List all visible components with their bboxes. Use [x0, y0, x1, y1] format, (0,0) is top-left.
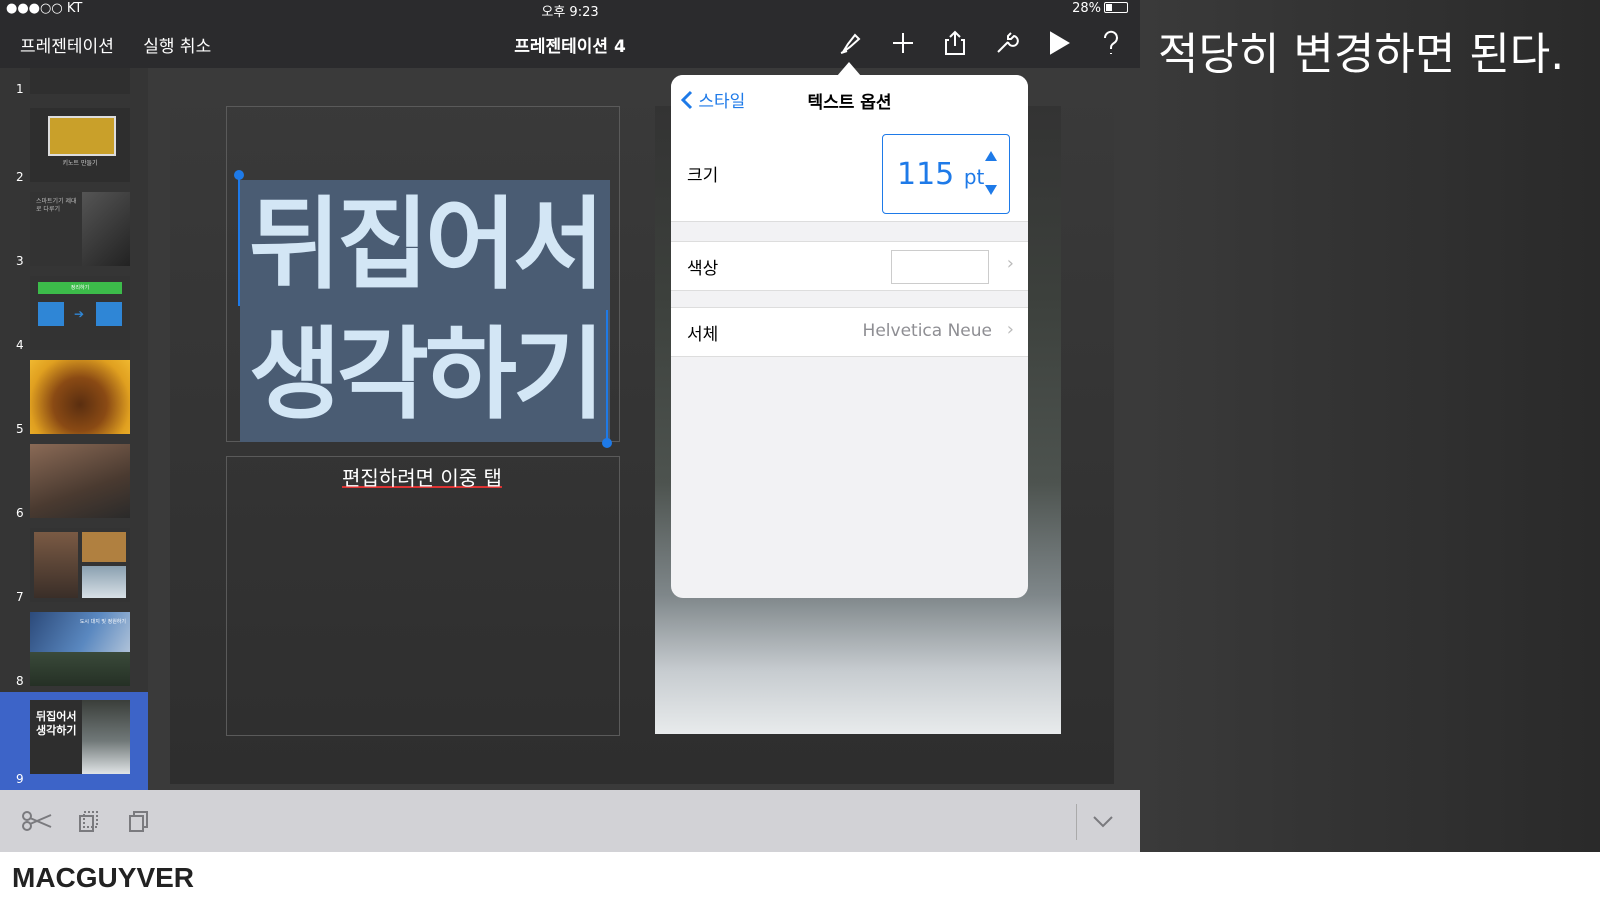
slide-thumb-9[interactable]: 뒤집어서 생각하기 9 [0, 692, 148, 790]
color-row[interactable]: 색상 › [671, 241, 1028, 291]
status-battery: 28% [1072, 1, 1128, 16]
font-row[interactable]: 서체 Helvetica Neue › [671, 307, 1028, 357]
font-label: 서체 [687, 325, 719, 345]
help-icon[interactable] [1096, 28, 1126, 58]
ipad-screen: ●●●○○ KT 오후 9:23 28% 프레젠테이션 실행 취소 프레젠테이션… [0, 0, 1140, 852]
battery-icon [1104, 2, 1128, 13]
size-value[interactable]: 115 pt [897, 157, 984, 192]
slide-thumb-2[interactable]: 키노트 만들기 2 [0, 104, 148, 188]
sunflower-closeup-image [30, 360, 130, 434]
watch-hand-image [30, 444, 130, 518]
popover-header: 스타일 텍스트 옵션 [671, 75, 1028, 126]
slide-navigator: 1 키노트 만들기 2 스마트기기 제대로 다루기 3 정리하기 ➔ 4 5 6… [0, 68, 148, 790]
selection-start-line [238, 176, 240, 306]
size-row: 크기 115 pt [671, 125, 1028, 222]
slide-title-line-2: 생각하기 [249, 316, 605, 433]
status-bar: ●●●○○ KT 오후 9:23 28% [0, 0, 1140, 20]
popover-arrow [837, 62, 861, 76]
slide-thumb-4[interactable]: 정리하기 ➔ 4 [0, 272, 148, 356]
increment-icon[interactable] [985, 151, 997, 161]
battery-percent: 28% [1072, 1, 1101, 16]
slide-title-line-1: 뒤집어서 [249, 186, 605, 303]
undo-button[interactable]: 실행 취소 [143, 37, 211, 57]
size-label: 크기 [687, 166, 719, 186]
chevron-right-icon: › [1006, 319, 1014, 340]
chevron-right-icon: › [1006, 253, 1014, 274]
slide-thumb-1[interactable]: 1 [0, 68, 148, 100]
selection-end-line [606, 310, 608, 442]
slide-thumb-7[interactable]: 7 [0, 524, 148, 608]
subtitle-placeholder[interactable] [226, 456, 620, 736]
text-options-popover: 스타일 텍스트 옵션 크기 115 pt 색상 › 서체 Helvetica N… [671, 75, 1028, 598]
size-stepper[interactable]: 115 pt [882, 134, 1010, 214]
decrement-icon[interactable] [985, 185, 997, 195]
edit-bar [0, 790, 1140, 852]
sunflower-image [48, 116, 116, 156]
paste-icon[interactable] [122, 806, 156, 836]
brand-logo: MACGUYVER [12, 862, 195, 893]
slide-title[interactable]: 뒤집어서 생각하기 [240, 180, 610, 440]
pen-image [82, 192, 130, 266]
play-icon[interactable] [1044, 28, 1074, 58]
font-value: Helvetica Neue [862, 321, 992, 341]
slide-thumb-6[interactable]: 6 [0, 440, 148, 524]
copy-icon[interactable] [72, 806, 106, 836]
wrench-icon[interactable] [992, 28, 1022, 58]
color-swatch[interactable] [891, 250, 989, 284]
add-icon[interactable] [888, 28, 918, 58]
cut-icon[interactable] [20, 806, 54, 836]
selection-start-handle[interactable] [234, 170, 244, 180]
chevron-left-icon [680, 90, 693, 110]
footer: MACGUYVER [0, 852, 1600, 900]
selection-end-handle[interactable] [602, 438, 612, 448]
chevron-down-icon[interactable] [1086, 806, 1120, 836]
tutorial-caption: 적당히 변경하면 된다. [1158, 29, 1565, 80]
color-label: 색상 [687, 259, 719, 279]
toolbar: 프레젠테이션 실행 취소 프레젠테이션 4 [0, 18, 1140, 68]
slide-thumb-8[interactable]: 도시 대지 및 정원하기 8 [0, 608, 148, 692]
presentations-button[interactable]: 프레젠테이션 [20, 37, 114, 57]
caption-panel [1140, 0, 1600, 852]
slide-thumb-3[interactable]: 스마트기기 제대로 다루기 3 [0, 188, 148, 272]
share-icon[interactable] [940, 28, 970, 58]
back-to-style-button[interactable]: 스타일 [680, 87, 745, 112]
format-brush-icon[interactable] [836, 28, 866, 58]
slide-thumb-5[interactable]: 5 [0, 356, 148, 440]
subtitle-hint[interactable]: 편집하려면 이중 탭 [226, 462, 618, 491]
